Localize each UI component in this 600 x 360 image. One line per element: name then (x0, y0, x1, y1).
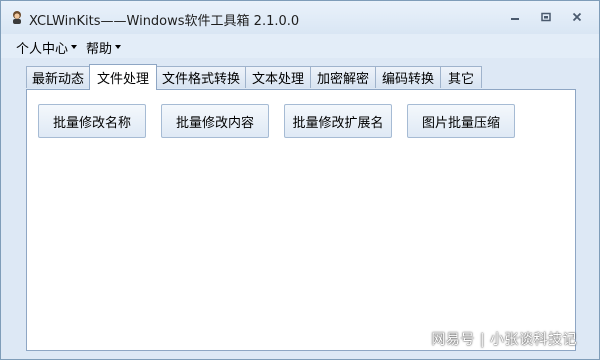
tab-label: 文件处理 (96, 72, 149, 87)
tab-other[interactable]: 其它 (440, 66, 482, 88)
tab-encoding-conversion[interactable]: 编码转换 (375, 66, 441, 88)
minimize-icon (511, 18, 519, 20)
menu-bar: 个人中心 帮助 (1, 34, 599, 58)
batch-compress-images-button[interactable]: 图片批量压缩 (407, 104, 515, 138)
title-bar[interactable]: XCLWinKits——Windows软件工具箱 2.1.0.0 (1, 1, 599, 34)
maximize-button[interactable] (537, 9, 555, 25)
menu-personal-center-label: 个人中心 (16, 41, 69, 57)
tab-label: 文本处理 (251, 72, 304, 87)
tab-label: 其它 (447, 72, 474, 87)
minimize-button[interactable] (506, 9, 524, 25)
button-label: 批量修改内容 (175, 115, 254, 131)
close-button[interactable] (568, 9, 586, 25)
app-window: XCLWinKits——Windows软件工具箱 2.1.0.0 个人中心 帮助 (0, 0, 600, 360)
close-icon (572, 12, 582, 22)
tab-file-format-conversion[interactable]: 文件格式转换 (156, 66, 246, 88)
app-icon (13, 11, 21, 24)
tab-file-processing[interactable]: 文件处理 (89, 64, 157, 90)
batch-change-extension-button[interactable]: 批量修改扩展名 (284, 104, 392, 138)
tab-label: 最新动态 (31, 72, 84, 87)
tab-latest-news[interactable]: 最新动态 (26, 66, 90, 88)
button-label: 图片批量压缩 (421, 115, 500, 131)
tab-label: 编码转换 (381, 72, 434, 87)
menu-help[interactable]: 帮助 (86, 38, 122, 57)
batch-edit-content-button[interactable]: 批量修改内容 (161, 104, 269, 138)
window-title: XCLWinKits——Windows软件工具箱 2.1.0.0 (29, 14, 300, 29)
menu-help-label: 帮助 (86, 41, 113, 57)
tab-encrypt-decrypt[interactable]: 加密解密 (310, 66, 376, 88)
button-label: 批量修改名称 (52, 115, 131, 131)
maximize-icon (541, 12, 551, 22)
tab-strip: 最新动态 文件处理 文件格式转换 文本处理 加密解密 编码转换 其它 (1, 64, 599, 90)
tab-label: 加密解密 (316, 72, 369, 87)
watermark-text: 网易号 | 小张谈科技记 (431, 332, 577, 348)
button-label: 批量修改扩展名 (292, 115, 384, 131)
caret-down-icon (71, 45, 78, 49)
batch-rename-button[interactable]: 批量修改名称 (38, 104, 146, 138)
tab-label: 文件格式转换 (161, 72, 240, 87)
tab-text-processing[interactable]: 文本处理 (245, 66, 311, 88)
tab-panel-file-processing: 批量修改名称 批量修改内容 批量修改扩展名 图片批量压缩 (26, 89, 576, 351)
menu-personal-center[interactable]: 个人中心 (16, 38, 78, 57)
caret-down-icon (115, 45, 122, 49)
